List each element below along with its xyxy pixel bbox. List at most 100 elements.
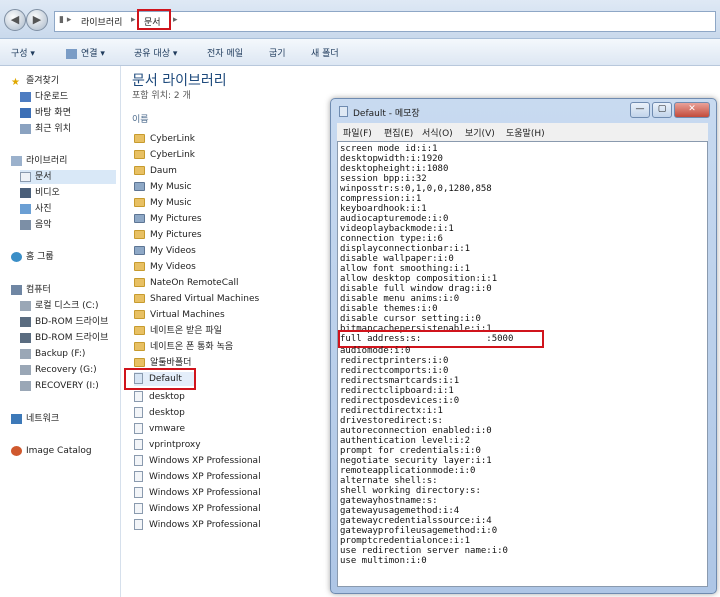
list-item[interactable]: Windows XP Professional <box>134 470 261 484</box>
menu-file[interactable]: 파일(F) <box>343 126 372 139</box>
text-line: prompt for credentials:i:0 <box>340 446 481 456</box>
list-item[interactable]: Virtual Machines <box>134 308 225 322</box>
text-line: keyboardhook:i:1 <box>340 204 427 214</box>
list-item[interactable]: vmware <box>134 422 185 436</box>
text-line: redirectcomports:i:0 <box>340 366 449 376</box>
list-item[interactable]: desktop <box>134 390 185 404</box>
open-with-button[interactable]: 연결 ▾ <box>66 46 105 59</box>
column-header-name[interactable]: 이름 <box>132 112 149 125</box>
highlight-box <box>137 9 171 30</box>
window-controls: — ▢ ✕ <box>628 102 710 118</box>
menu-view[interactable]: 보기(V) <box>465 126 495 139</box>
list-item[interactable]: Shared Virtual Machines <box>134 292 259 306</box>
list-item[interactable]: Windows XP Professional <box>134 502 261 516</box>
disc-drive-icon <box>20 316 31 327</box>
nav-item-bdrom-2[interactable]: BD-ROM 드라이브 <box>20 331 108 345</box>
nav-network[interactable]: 네트워크 <box>11 412 59 426</box>
file-icon <box>134 391 143 402</box>
text-line: use redirection server name:i:0 <box>340 546 508 556</box>
network-icon <box>11 413 22 424</box>
list-item[interactable]: CyberLink <box>134 148 195 162</box>
burn-button[interactable]: 굽기 <box>269 46 286 59</box>
text-line: displayconnectionbar:i:1 <box>340 244 471 254</box>
folder-icon <box>134 198 145 207</box>
list-item[interactable]: My Pictures <box>134 212 202 226</box>
list-item[interactable]: My Pictures <box>134 228 202 242</box>
chevron-right-icon: ▸ <box>173 15 178 25</box>
nav-item-drive-c[interactable]: 로컬 디스크 (C:) <box>20 299 98 313</box>
text-line: drivestoredirect:s: <box>340 416 443 426</box>
list-item[interactable]: My Music <box>134 180 192 194</box>
text-line: redirectdirectx:i:1 <box>340 406 443 416</box>
file-icon <box>134 407 143 418</box>
nav-item-music[interactable]: 음악 <box>20 218 52 232</box>
new-folder-button[interactable]: 새 폴더 <box>311 46 339 59</box>
nav-computer[interactable]: 컴퓨터 <box>11 283 51 297</box>
nav-libraries[interactable]: 라이브러리 <box>11 154 67 168</box>
text-line: disable wallpaper:i:0 <box>340 254 454 264</box>
list-item[interactable]: vprintproxy <box>134 438 201 452</box>
email-button[interactable]: 전자 메일 <box>207 46 243 59</box>
back-button[interactable]: ◀ <box>4 9 26 31</box>
notepad-icon <box>339 106 348 117</box>
text-line: compression:i:1 <box>340 194 422 204</box>
nav-image-catalog[interactable]: Image Catalog <box>11 444 92 458</box>
maximize-button[interactable]: ▢ <box>652 102 672 118</box>
menu-help[interactable]: 도움말(H) <box>506 126 545 139</box>
file-icon <box>134 487 143 498</box>
nav-item-recovery-i[interactable]: RECOVERY (I:) <box>20 379 99 393</box>
minimize-button[interactable]: — <box>630 102 650 118</box>
text-line: desktopheight:i:1080 <box>340 164 449 174</box>
folder-icon <box>134 278 145 287</box>
text-line: gatewaycredentialssource:i:4 <box>340 516 492 526</box>
nav-item-recent[interactable]: 최근 위치 <box>20 122 71 136</box>
list-item[interactable]: Daum <box>134 164 177 178</box>
nav-favorites[interactable]: ★ 즐겨찾기 <box>11 74 59 88</box>
nav-item-bdrom-1[interactable]: BD-ROM 드라이브 <box>20 315 108 329</box>
nav-item-downloads[interactable]: 다운로드 <box>20 90 68 104</box>
menu-edit[interactable]: 편집(E) <box>384 126 413 139</box>
list-item[interactable]: NateOn RemoteCall <box>134 276 239 290</box>
folder-icon: ▮ ▸ <box>59 15 72 25</box>
list-item[interactable]: My Videos <box>134 260 196 274</box>
library-icon <box>11 155 22 166</box>
catalog-icon <box>11 445 22 456</box>
list-item[interactable]: desktop <box>134 406 185 420</box>
text-line: allow desktop composition:i:1 <box>340 274 498 284</box>
nav-item-recovery-g[interactable]: Recovery (G:) <box>20 363 97 377</box>
list-item[interactable]: CyberLink <box>134 132 195 146</box>
text-area[interactable]: screen mode id:i:1 desktopwidth:i:1920 d… <box>337 141 708 587</box>
forward-button[interactable]: ▶ <box>26 9 48 31</box>
text-line: redirectprinters:i:0 <box>340 356 449 366</box>
menu-format[interactable]: 서식(O) <box>422 126 453 139</box>
list-item[interactable]: My Videos <box>134 244 196 258</box>
list-item[interactable]: Windows XP Professional <box>134 518 261 532</box>
list-item[interactable]: 네이트온 받은 파일 <box>134 324 222 338</box>
nav-homegroup[interactable]: 홈 그룹 <box>11 250 54 264</box>
menu-bar: 파일(F) 편집(E) 서식(O) 보기(V) 도움말(H) <box>337 123 708 141</box>
list-item[interactable]: My Music <box>134 196 192 210</box>
text-line: authentication level:i:2 <box>340 436 471 446</box>
list-item[interactable]: Windows XP Professional <box>134 454 261 468</box>
list-item[interactable]: 네이트온 폰 통화 녹음 <box>134 340 233 354</box>
text-line: use multimon:i:0 <box>340 556 427 566</box>
list-item[interactable]: Windows XP Professional <box>134 486 261 500</box>
text-line: screen mode id:i:1 <box>340 144 438 154</box>
nav-item-videos[interactable]: 비디오 <box>20 186 60 200</box>
share-with-button[interactable]: 공유 대상 ▾ <box>134 46 177 59</box>
folder-icon <box>134 230 145 239</box>
nav-item-desktop[interactable]: 바탕 화면 <box>20 106 71 120</box>
nav-item-documents[interactable]: 문서 <box>20 170 116 184</box>
text-line: disable menu anims:i:0 <box>340 294 460 304</box>
text-line: desktopwidth:i:1920 <box>340 154 443 164</box>
nav-item-backup[interactable]: Backup (F:) <box>20 347 85 361</box>
organize-button[interactable]: 구성 ▾ <box>11 46 35 59</box>
library-locations[interactable]: 포함 위치: 2 개 <box>132 88 191 101</box>
address-field[interactable]: ▮ ▸ 라이브러리 ▸ 문서 ▸ <box>54 9 716 32</box>
notepad-window[interactable]: Default - 메모장 — ▢ ✕ 파일(F) 편집(E) 서식(O) 보기(V… <box>330 98 717 594</box>
close-button[interactable]: ✕ <box>674 102 710 118</box>
breadcrumb-libraries[interactable]: 라이브러리 <box>81 15 122 28</box>
app-icon <box>66 48 77 59</box>
nav-item-pictures[interactable]: 사진 <box>20 202 52 216</box>
drive-icon <box>20 364 31 375</box>
